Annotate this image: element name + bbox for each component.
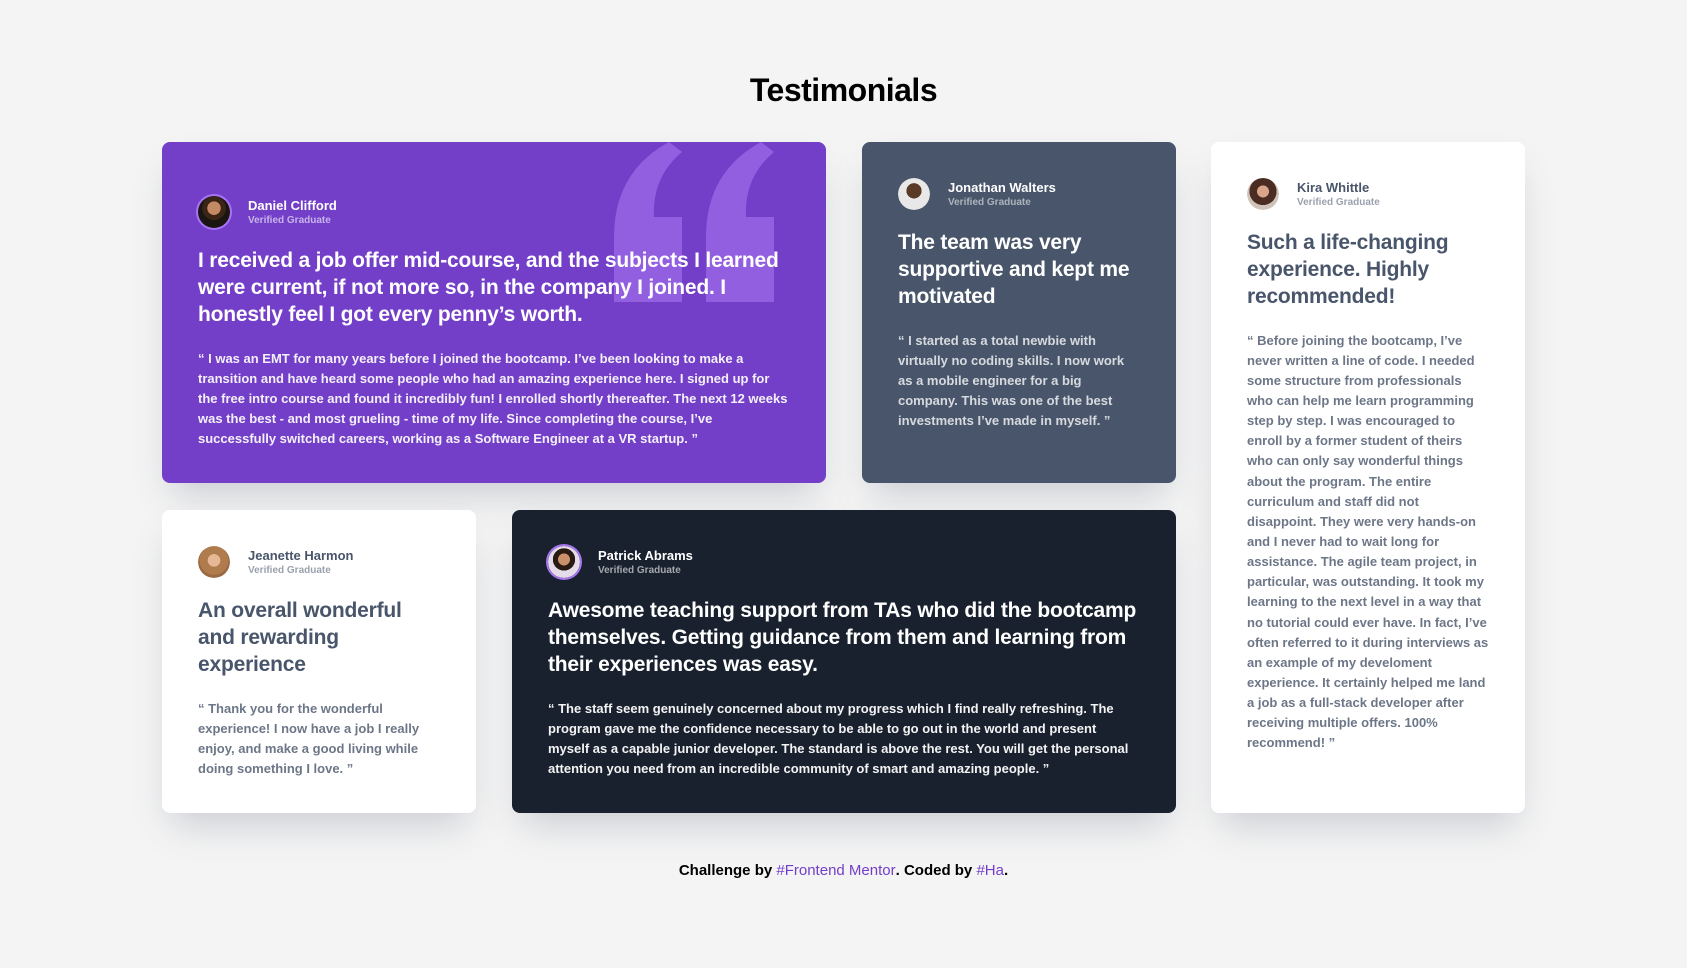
avatar-kira-icon <box>1247 178 1279 210</box>
testimonial-card-patrick: Patrick Abrams Verified Graduate Awesome… <box>512 510 1176 813</box>
avatar-jeanette-icon <box>198 546 230 578</box>
frontend-mentor-link[interactable]: #Frontend Mentor <box>776 862 895 879</box>
author-name: Jonathan Walters <box>948 180 1056 195</box>
testimonial-card-daniel: Daniel Clifford Verified Graduate I rece… <box>162 142 826 483</box>
testimonial-headline: The team was very supportive and kept me… <box>898 231 1130 308</box>
author-name: Patrick Abrams <box>598 548 693 563</box>
testimonial-headline: I received a job offer mid-course, and t… <box>198 249 779 326</box>
attribution-footer: Challenge by #Frontend Mentor. Coded by … <box>0 862 1687 879</box>
card-header: Jonathan Walters Verified Graduate <box>898 178 1140 210</box>
testimonial-body: “ I started as a total newbie with virtu… <box>898 332 1125 429</box>
testimonial-card-jonathan: Jonathan Walters Verified Graduate The t… <box>862 142 1176 483</box>
author-name: Jeanette Harmon <box>248 548 354 563</box>
verified-badge: Verified Graduate <box>948 197 1031 208</box>
card-header: Kira Whittle Verified Graduate <box>1247 178 1489 210</box>
card-header: Jeanette Harmon Verified Graduate <box>198 546 440 578</box>
verified-badge: Verified Graduate <box>1297 197 1380 208</box>
testimonial-headline: Such a life-changing experience. Highly … <box>1247 231 1449 308</box>
testimonials-page: Testimonials Daniel Clifford Verified Gr… <box>0 0 1687 968</box>
footer-middle: . Coded by <box>895 862 977 879</box>
testimonial-card-jeanette: Jeanette Harmon Verified Graduate An ove… <box>162 510 476 813</box>
testimonial-card-kira: Kira Whittle Verified Graduate Such a li… <box>1211 142 1525 813</box>
verified-badge: Verified Graduate <box>248 215 331 226</box>
avatar-patrick-icon <box>548 546 580 578</box>
verified-badge: Verified Graduate <box>598 565 681 576</box>
card-header: Patrick Abrams Verified Graduate <box>548 546 1140 578</box>
avatar-jonathan-icon <box>898 178 930 210</box>
testimonial-headline: Awesome teaching support from TAs who di… <box>548 599 1137 676</box>
card-header: Daniel Clifford Verified Graduate <box>198 196 790 228</box>
footer-prefix: Challenge by <box>678 862 777 879</box>
testimonial-body: “ I was an EMT for many years before I j… <box>198 350 788 447</box>
author-link[interactable]: #Ha <box>976 862 1004 879</box>
testimonial-body: “ Thank you for the wonderful experience… <box>198 700 420 777</box>
page-title: Testimonials <box>749 72 938 108</box>
footer-suffix: . <box>1003 862 1009 879</box>
author-name: Kira Whittle <box>1297 180 1370 195</box>
verified-badge: Verified Graduate <box>248 565 331 576</box>
testimonial-body: “ The staff seem genuinely concerned abo… <box>548 700 1129 777</box>
testimonial-body: “ Before joining the bootcamp, I’ve neve… <box>1247 332 1489 751</box>
avatar-daniel-icon <box>198 196 230 228</box>
testimonial-headline: An overall wonderful and rewarding exper… <box>198 599 402 676</box>
author-name: Daniel Clifford <box>248 198 337 213</box>
